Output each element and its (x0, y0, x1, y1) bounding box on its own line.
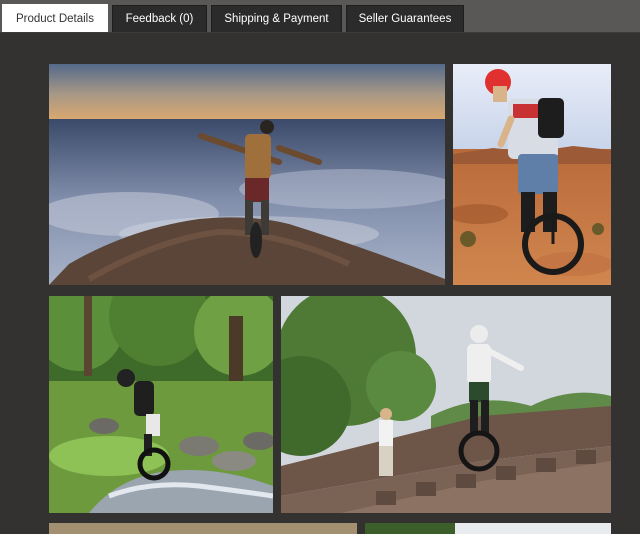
tab-product-details[interactable]: Product Details (2, 4, 108, 33)
desert-unicycle-image (453, 64, 611, 285)
forest-stream-image (49, 296, 273, 513)
tab-bar: Product Details Feedback (0) Shipping & … (0, 0, 640, 33)
photo-unicyclist-forest-stream[interactable] (49, 296, 273, 513)
partial-foliage (365, 523, 455, 534)
photo-unicyclist-great-wall[interactable] (281, 296, 611, 513)
photo-unicyclist-red-helmet-desert[interactable] (453, 64, 611, 285)
tab-seller-guarantees[interactable]: Seller Guarantees (346, 5, 464, 32)
tab-feedback[interactable]: Feedback (0) (112, 5, 207, 32)
tab-bar-divider (0, 32, 640, 33)
mountain-summit-image (49, 64, 445, 285)
great-wall-image (281, 296, 611, 513)
photo-partial-bottom-left[interactable] (49, 523, 357, 534)
photo-partial-bottom-right[interactable] (365, 523, 611, 534)
photo-unicyclist-mountain-summit[interactable] (49, 64, 445, 285)
tab-shipping-payment[interactable]: Shipping & Payment (211, 5, 342, 32)
